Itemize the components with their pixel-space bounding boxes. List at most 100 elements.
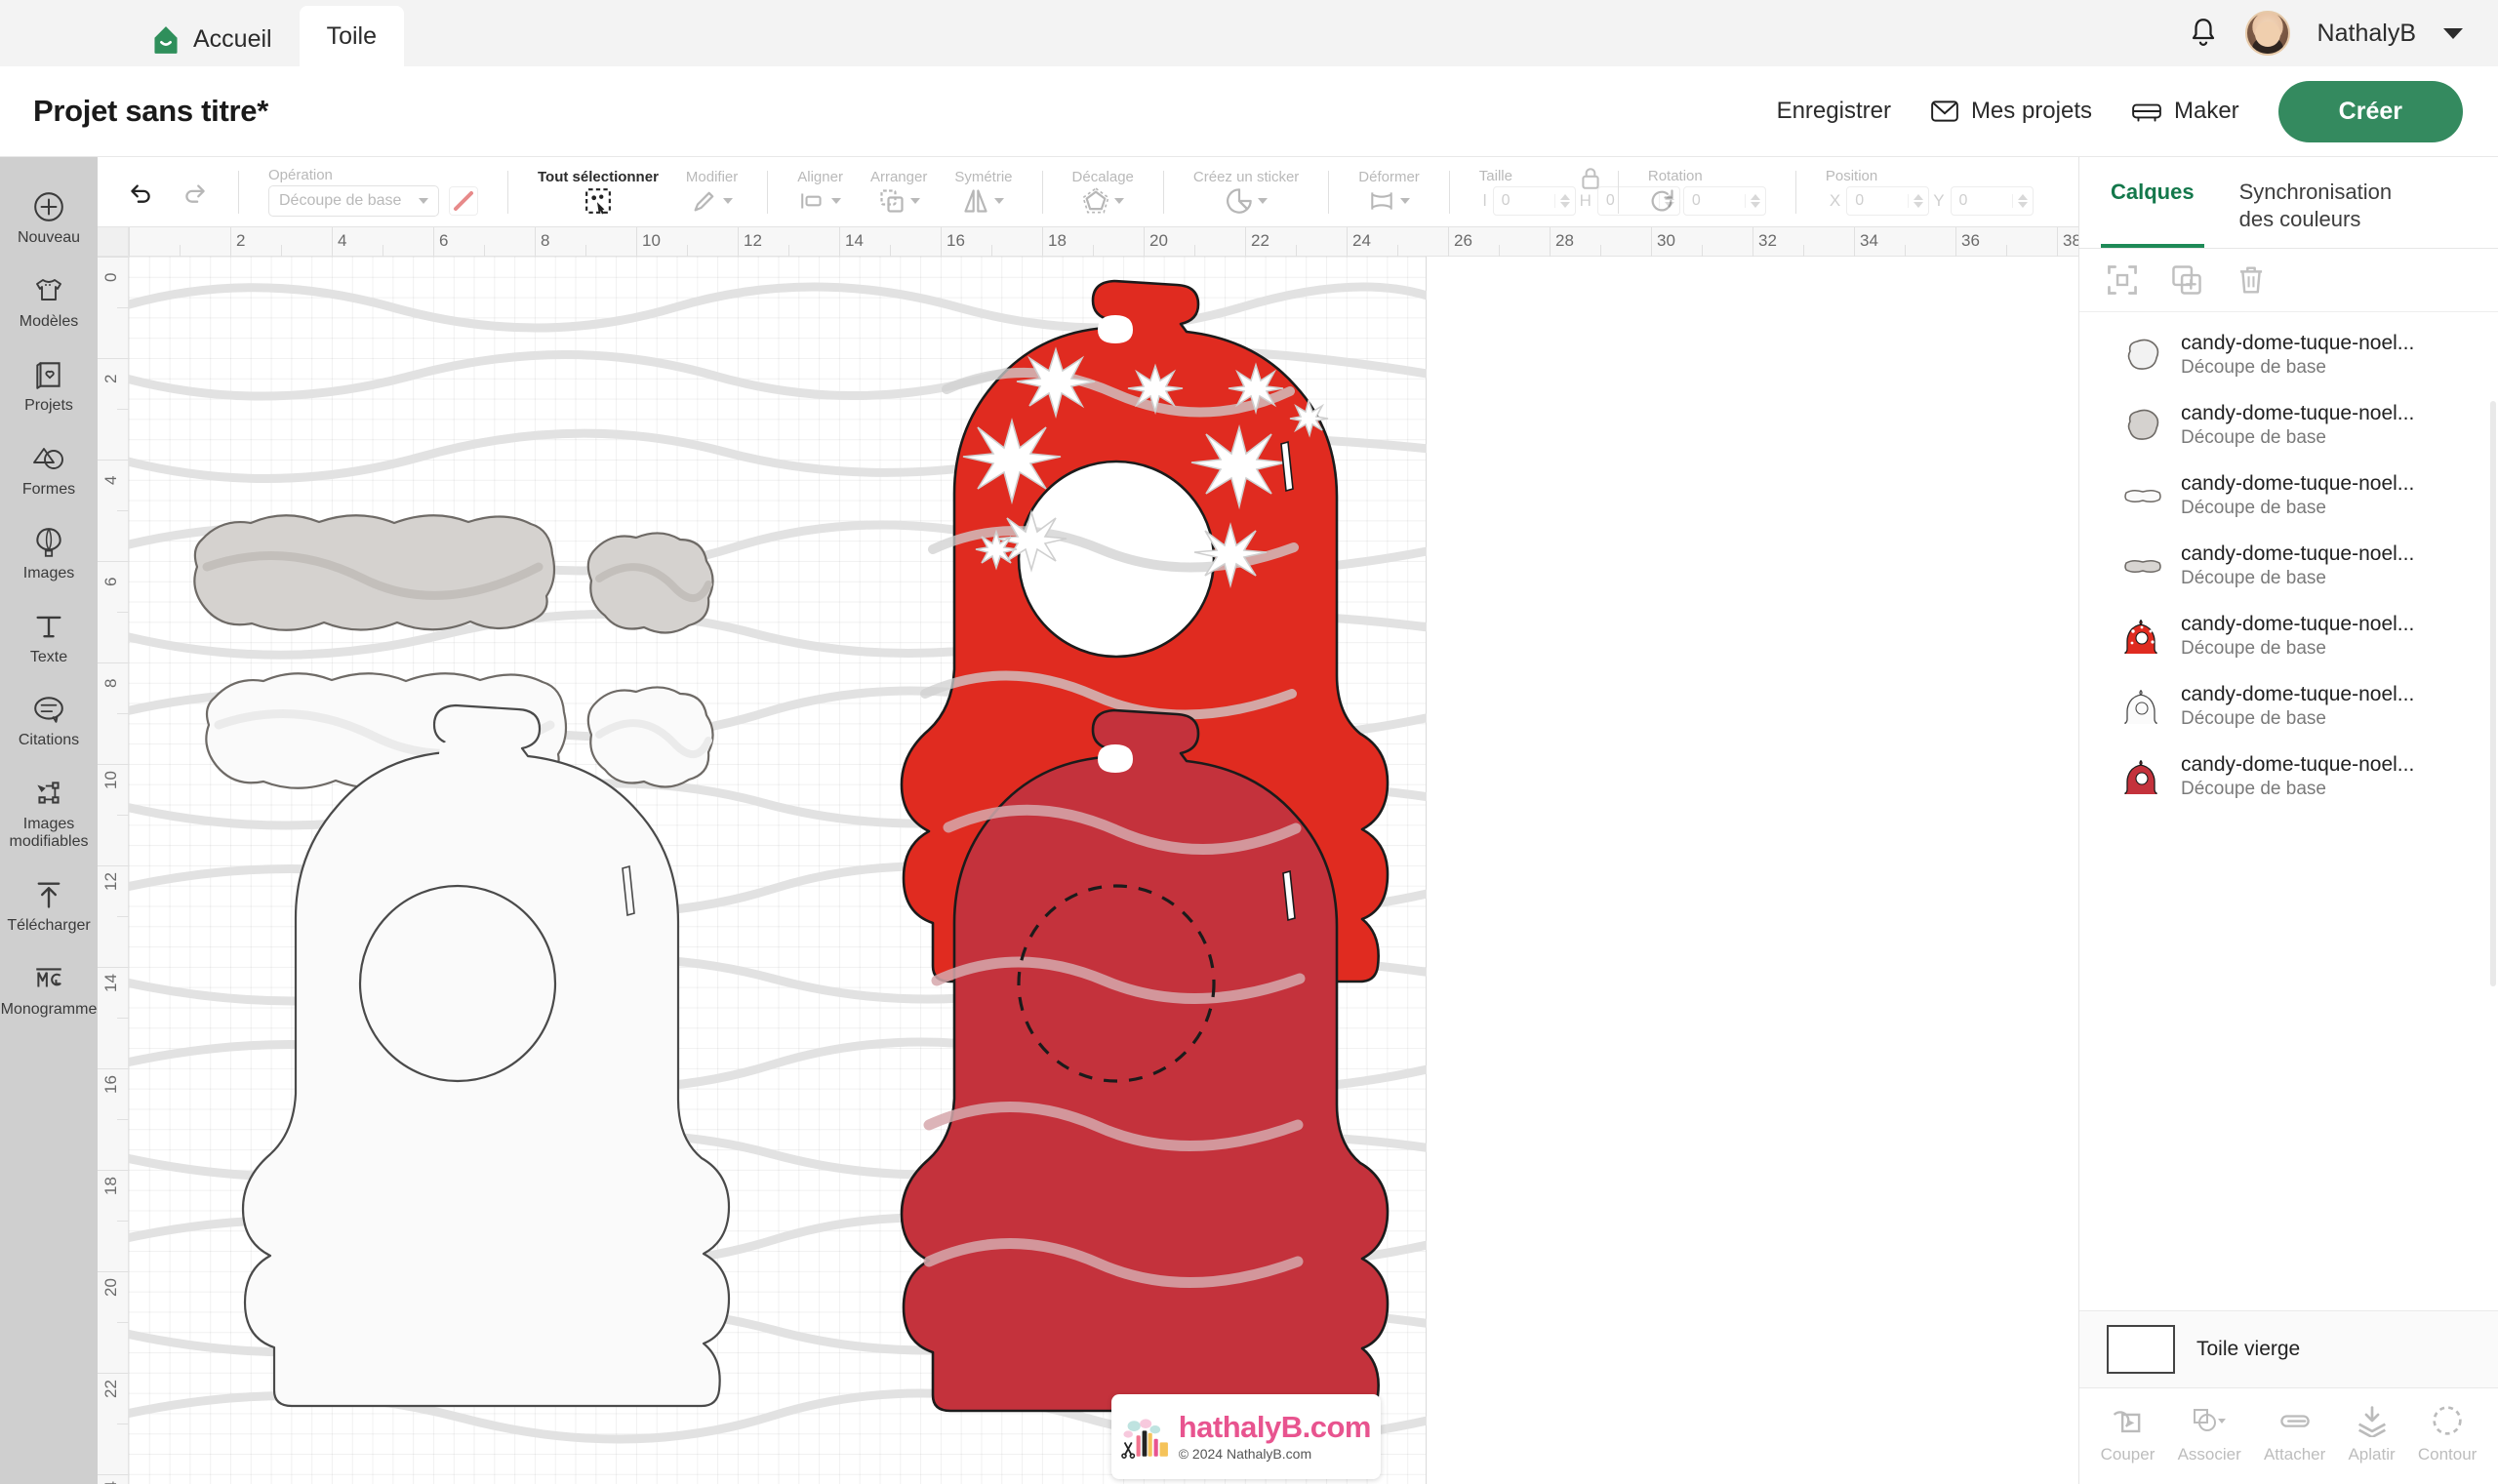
ruler-h-major-tick (433, 227, 434, 257)
warp-button[interactable]: Déformer (1345, 169, 1433, 215)
weld-button[interactable]: Associer (2178, 1404, 2241, 1464)
shape-white-wavy-blob[interactable] (586, 686, 714, 788)
top-tab-group: Accueil Toile (125, 0, 405, 66)
sticker-group: Créez un sticker (1164, 157, 1328, 227)
shape-grey-wavy-bar[interactable] (193, 514, 556, 631)
tab-color-sync[interactable]: Synchronisation des couleurs (2230, 157, 2435, 248)
shape-white-hat-outline[interactable] (241, 703, 731, 1408)
attach-button[interactable]: Attacher (2264, 1404, 2325, 1464)
text-t-icon (36, 616, 61, 637)
sidebar-item-telecharger[interactable]: Télécharger (0, 864, 98, 948)
layer-type: Découpe de base (2181, 427, 2326, 449)
sidebar-item-projets[interactable]: Projets (0, 344, 98, 428)
layer-row[interactable]: candy-dome-tuque-noel... Découpe de base (2079, 601, 2498, 671)
select-all-button[interactable]: Tout sélectionner (524, 169, 672, 215)
ruler-v-minor-tick (117, 1018, 129, 1019)
ruler-v-major-tick (98, 358, 129, 359)
ruler-h-number: 20 (1149, 231, 1168, 250)
layer-row[interactable]: candy-dome-tuque-noel... Découpe de base (2079, 742, 2498, 812)
size-width-stepper[interactable] (1553, 194, 1575, 208)
position-x-field[interactable] (1846, 186, 1930, 216)
position-y-label: Y (1933, 191, 1945, 210)
rotation-input[interactable] (1683, 187, 1745, 215)
sidebar-item-formes[interactable]: Formes (0, 428, 98, 512)
notification-bell-icon[interactable] (2189, 17, 2218, 50)
position-y-stepper[interactable] (2011, 194, 2033, 208)
sidebar-item-nouveau[interactable]: Nouveau (0, 177, 98, 261)
sidebar-item-texte[interactable]: Texte (0, 596, 98, 680)
align-button[interactable]: Aligner (784, 169, 857, 215)
ruler-h-number: 12 (744, 231, 762, 250)
sidebar-label-images: Images (22, 564, 75, 582)
attach-paperclip-icon (2279, 1415, 2310, 1427)
delete-trash-icon[interactable] (2236, 264, 2267, 296)
layer-type: Découpe de base (2181, 568, 2326, 589)
shape-grey-wavy-blob[interactable] (586, 532, 714, 634)
tab-calques[interactable]: Calques (2101, 157, 2204, 248)
layer-name: candy-dome-tuque-noel... (2181, 612, 2415, 635)
select-group-icon[interactable] (2107, 264, 2138, 296)
mirror-flip-icon (964, 189, 988, 213)
project-bar-actions: Enregistrer Mes projets Maker Créer (1777, 80, 2463, 142)
layer-row[interactable]: candy-dome-tuque-noel... Découpe de base (2079, 390, 2498, 461)
layer-thumbnail-hat-outline (2122, 686, 2163, 727)
layer-row[interactable]: candy-dome-tuque-noel... Découpe de base (2079, 531, 2498, 601)
position-x-stepper[interactable] (1908, 194, 1928, 208)
contour-button[interactable]: Contour (2418, 1404, 2477, 1464)
machine-selector[interactable]: Maker (2131, 98, 2239, 125)
lock-closed-icon[interactable] (1579, 166, 1602, 191)
arrange-button[interactable]: Arranger (857, 169, 941, 215)
chevron-down-icon[interactable] (2443, 27, 2463, 39)
sidebar-item-monogramme[interactable]: Monogramme (0, 948, 98, 1032)
canvas-layer-row[interactable]: Toile vierge (2079, 1310, 2498, 1387)
redo-arrow-icon[interactable] (181, 179, 209, 206)
ruler-vertical[interactable]: 024681012141618202224 (98, 227, 129, 1484)
offset-button[interactable]: Décalage (1059, 169, 1148, 215)
canvas-color-swatch[interactable] (2107, 1325, 2175, 1374)
edit-button[interactable]: Modifier (672, 169, 751, 215)
canvas-area[interactable]: 2 4 6 8 10 12 14 16 18 20 22 24 26 28 30 32 34 36 38 02468… (98, 227, 2078, 1484)
layer-row[interactable]: candy-dome-tuque-noel... Découpe de base (2079, 671, 2498, 742)
sidebar-item-images-modifiables[interactable]: Images modifiables (0, 763, 98, 864)
undo-arrow-icon[interactable] (127, 179, 154, 206)
flip-button[interactable]: Symétrie (941, 169, 1026, 215)
layer-list-scrollbar[interactable] (2490, 401, 2496, 986)
line-color-swatch[interactable] (449, 186, 478, 216)
layer-list[interactable]: candy-dome-tuque-noel... Découpe de base… (2079, 312, 2498, 1310)
design-artwork[interactable] (129, 257, 1427, 1484)
ruler-horizontal[interactable]: 2 4 6 8 10 12 14 16 18 20 22 24 26 28 30 32 34 36 38 (98, 227, 2078, 257)
tab-toile[interactable]: Toile (299, 6, 405, 66)
create-button[interactable]: Créer (2277, 80, 2463, 142)
page-title[interactable]: Projet sans titre* (33, 94, 268, 129)
position-y-field[interactable] (1950, 186, 2034, 216)
align-icon (801, 193, 822, 209)
position-y-input[interactable] (1951, 187, 2012, 215)
rotation-field[interactable] (1682, 186, 1766, 216)
ruler-h-minor-tick (484, 245, 485, 257)
operation-select[interactable]: Découpe de base (268, 185, 439, 217)
layer-name: candy-dome-tuque-noel... (2181, 471, 2415, 495)
create-sticker-button[interactable]: Créez un sticker (1180, 169, 1312, 215)
layer-row[interactable]: candy-dome-tuque-noel... Découpe de base (2079, 320, 2498, 390)
ruler-h-major-tick (230, 227, 231, 257)
tab-accueil[interactable]: Accueil (125, 13, 300, 66)
sidebar-item-images[interactable]: Images (0, 512, 98, 596)
my-projects-button[interactable]: Mes projets (1930, 98, 2092, 125)
ruler-h-minor-tick (687, 245, 688, 257)
size-width-field[interactable] (1492, 186, 1576, 216)
avatar[interactable] (2244, 11, 2290, 56)
sidebar-item-modeles[interactable]: Modèles (0, 261, 98, 344)
flatten-button[interactable]: Aplatir (2348, 1404, 2396, 1464)
size-width-input[interactable] (1493, 187, 1554, 215)
sidebar-item-citations[interactable]: Citations (0, 679, 98, 763)
position-x-input[interactable] (1847, 187, 1909, 215)
ruler-h-number: 28 (1555, 231, 1574, 250)
duplicate-icon[interactable] (2171, 264, 2202, 296)
layer-text: candy-dome-tuque-noel... Découpe de base (2181, 753, 2414, 800)
layer-tool-row (2079, 249, 2498, 312)
slice-button[interactable]: Couper (2101, 1404, 2155, 1464)
layer-row[interactable]: candy-dome-tuque-noel... Découpe de base (2079, 461, 2498, 531)
save-button[interactable]: Enregistrer (1777, 98, 1891, 125)
ruler-v-major-tick (98, 1373, 129, 1374)
rotation-stepper[interactable] (1744, 194, 1765, 208)
